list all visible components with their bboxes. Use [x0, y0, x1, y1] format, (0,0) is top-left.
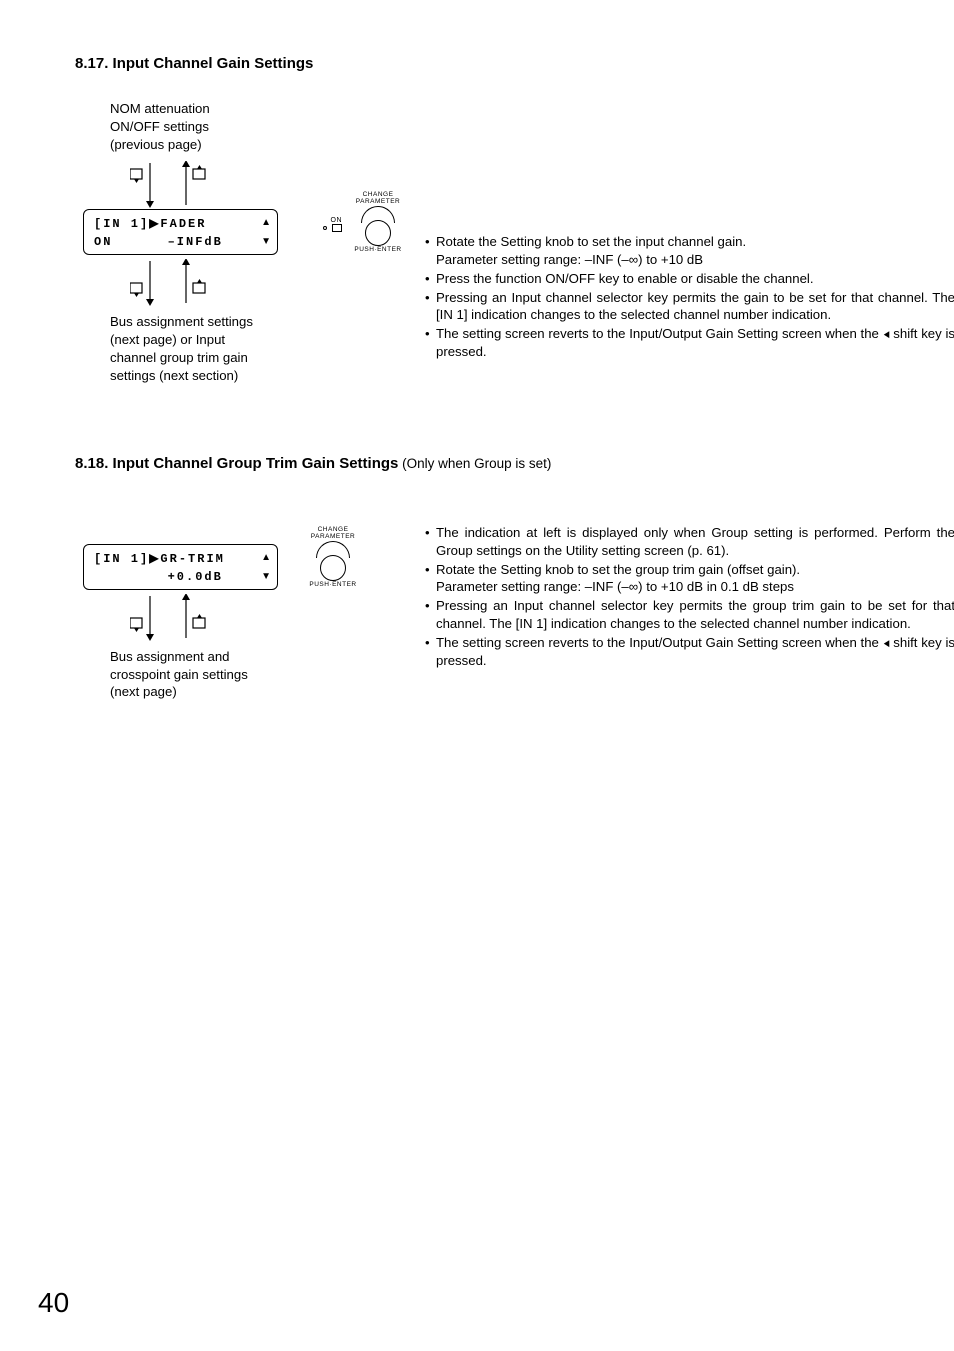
bullet-text: Parameter setting range: –INF (–∞) to +1…: [436, 252, 703, 267]
bullet-item: The setting screen reverts to the Input/…: [425, 325, 954, 361]
on-label: ON: [331, 217, 343, 224]
note-line: (previous page): [110, 137, 202, 152]
knob-label-change: CHANGE: [343, 191, 413, 198]
bullet-item: Rotate the Setting knob to set the group…: [425, 561, 954, 597]
note-line: settings (next section): [110, 368, 238, 383]
lcd-line2: +0.0dB: [94, 568, 269, 586]
previous-page-note: NOM attenuation ON/OFF settings (previou…: [110, 100, 879, 153]
note-line: Bus assignment and: [110, 649, 230, 664]
lcd-line1: [IN 1]▶FADER: [94, 215, 269, 233]
lcd-line1: [IN 1]▶GR-TRIM: [94, 550, 269, 568]
bullet-list: The indication at left is displayed only…: [385, 524, 954, 671]
on-led-button: ON: [298, 217, 342, 232]
section-817: 8.17. Input Channel Gain Settings NOM at…: [75, 55, 879, 385]
bullet-item: Press the function ON/OFF key to enable …: [425, 270, 954, 288]
note-line: crosspoint gain settings: [110, 667, 248, 682]
bullet-item: Rotate the Setting knob to set the input…: [425, 233, 954, 269]
knob-circle-icon: [320, 555, 346, 581]
bullet-item: Pressing an Input channel selector key p…: [425, 289, 954, 325]
triangle-up-icon: ▲: [261, 550, 271, 565]
note-line: NOM attenuation: [110, 101, 210, 116]
section-title: 8.18. Input Channel Group Trim Gain Sett…: [75, 455, 879, 472]
section-818: 8.18. Input Channel Group Trim Gain Sett…: [75, 455, 879, 701]
note-line: Bus assignment settings: [110, 314, 253, 329]
bullet-item: Pressing an Input channel selector key p…: [425, 597, 954, 633]
flow-arrows-down: [130, 594, 270, 642]
flow-arrows-down: [130, 259, 270, 307]
knob-label-change: CHANGE: [298, 526, 368, 533]
knob-label-pushenter: PUSH·ENTER: [298, 581, 368, 588]
note-line: channel group trim gain: [110, 350, 248, 365]
note-line: (next page) or Input: [110, 332, 225, 347]
bullet-item: The setting screen reverts to the Input/…: [425, 634, 954, 670]
button-box-icon: [332, 224, 342, 232]
left-triangle-icon: ◀: [883, 328, 889, 340]
flow-arrows-up: [130, 161, 270, 209]
title-sub: (Only when Group is set): [398, 456, 551, 471]
bullet-text: The setting screen reverts to the Input/…: [436, 326, 883, 341]
triangle-up-icon: ▲: [261, 215, 271, 230]
triangle-down-icon: ▼: [261, 234, 271, 249]
lcd-line2: ON –INFdB: [94, 233, 269, 251]
bullet-text: The setting screen reverts to the Input/…: [436, 635, 883, 650]
page-number: 40: [38, 1287, 69, 1319]
title-main: 8.18. Input Channel Group Trim Gain Sett…: [75, 455, 398, 472]
bullet-text: Rotate the Setting knob to set the input…: [436, 234, 746, 249]
bullet-text: Parameter setting range: –INF (–∞) to +1…: [436, 579, 794, 594]
bullet-text: Rotate the Setting knob to set the group…: [436, 562, 800, 577]
left-triangle-icon: ◀: [883, 637, 889, 649]
lcd-display: [IN 1]▶FADER ON –INFdB ▲ ▼: [83, 209, 278, 255]
knob-illustration: CHANGE PARAMETER PUSH·ENTER: [298, 526, 368, 588]
note-line: (next page): [110, 684, 177, 699]
lcd-display: [IN 1]▶GR-TRIM +0.0dB ▲ ▼: [83, 544, 278, 590]
triangle-down-icon: ▼: [261, 569, 271, 584]
led-icon: [323, 226, 327, 230]
bullet-item: The indication at left is displayed only…: [425, 524, 954, 560]
knob-label-parameter: PARAMETER: [298, 533, 368, 540]
section-title: 8.17. Input Channel Gain Settings: [75, 55, 879, 72]
bullet-list: Rotate the Setting knob to set the input…: [385, 233, 954, 362]
knob-label-parameter: PARAMETER: [343, 198, 413, 205]
note-line: ON/OFF settings: [110, 119, 209, 134]
